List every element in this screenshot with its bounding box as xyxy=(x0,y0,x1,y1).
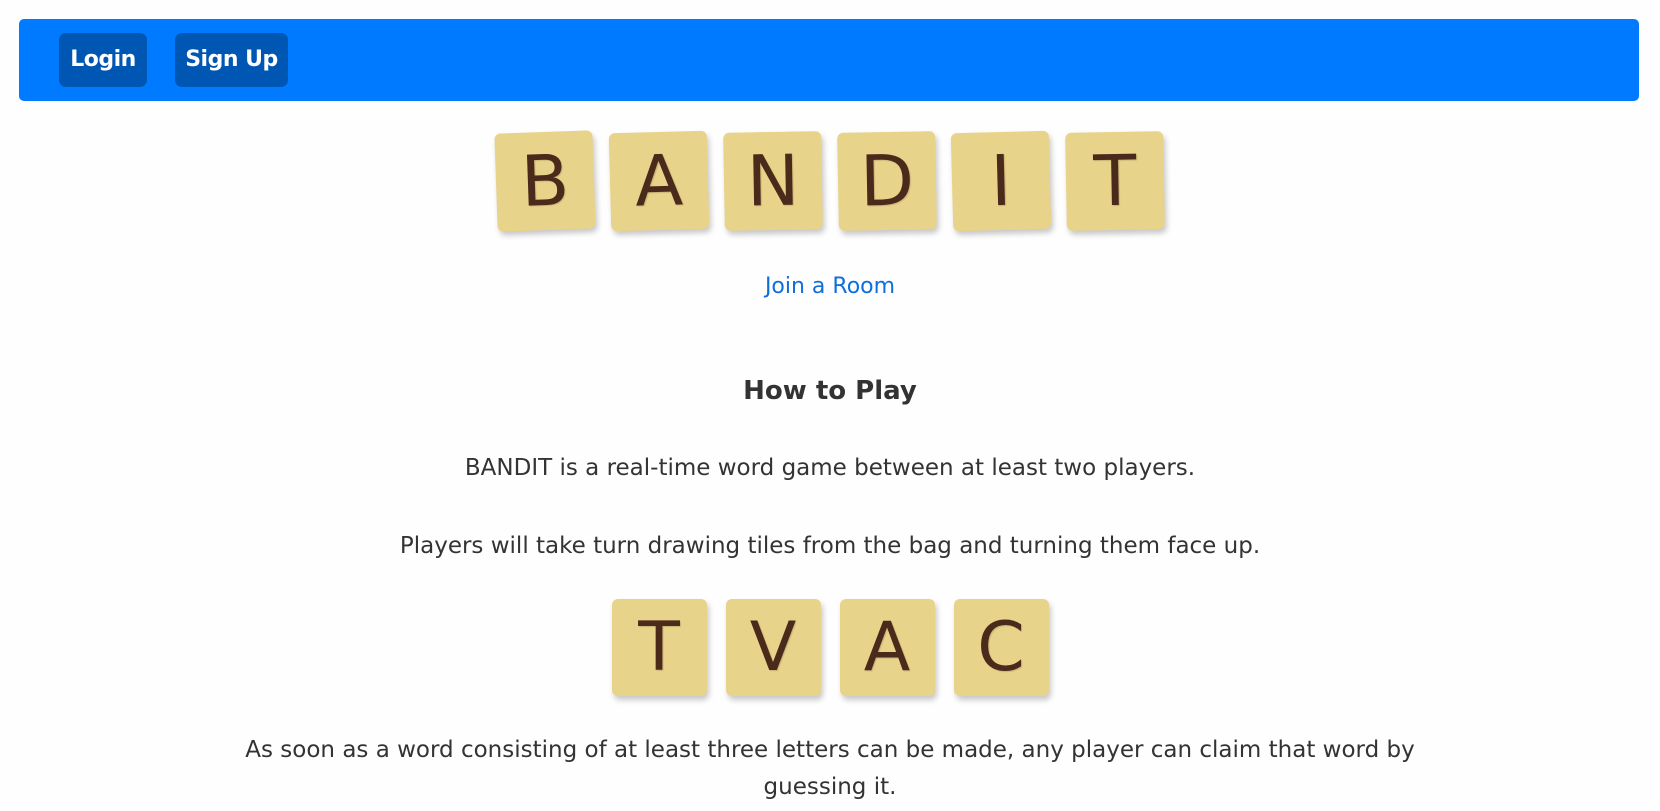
rules-paragraph-2: Players will take turn drawing tiles fro… xyxy=(399,533,1261,559)
top-navbar: Login Sign Up xyxy=(19,19,1639,101)
example-tile: A xyxy=(839,599,935,696)
example-tiles: T V A C xyxy=(0,599,1660,696)
title-tile: A xyxy=(608,130,710,232)
title-tile: T xyxy=(1065,131,1165,231)
example-tile: C xyxy=(953,599,1049,696)
example-tile: V xyxy=(725,599,821,696)
example-tile: T xyxy=(611,599,707,696)
how-to-play-heading: How to Play xyxy=(743,376,917,406)
login-button[interactable]: Login xyxy=(59,33,147,87)
join-room-link[interactable]: Join a Room xyxy=(0,274,1660,299)
title-tile: I xyxy=(950,130,1052,232)
title-tile: B xyxy=(494,130,596,232)
bandit-title-tiles: B A N D I T xyxy=(0,130,1660,232)
title-tile: N xyxy=(723,131,823,231)
rules-paragraph-3: As soon as a word consisting of at least… xyxy=(245,737,1415,800)
rules-paragraph-1: BANDIT is a real-time word game between … xyxy=(464,455,1196,481)
title-tile: D xyxy=(837,131,937,231)
signup-button[interactable]: Sign Up xyxy=(175,33,288,87)
